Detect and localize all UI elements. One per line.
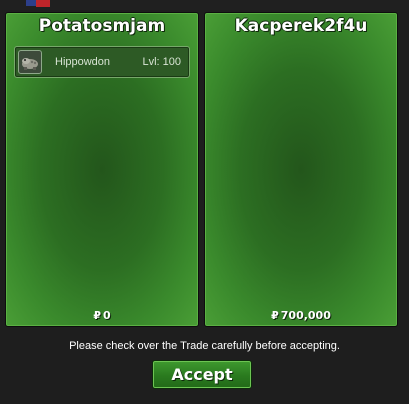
item-name: Hippowdon [55,56,111,68]
trade-window: Potatosmjam Hippowdon Lvl: 100 ₽0 Kacper [0,0,409,404]
left-money-amount: 0 [103,309,111,322]
left-player-name: Potatosmjam [38,16,166,36]
pokedollar-symbol: ₽ [93,309,101,322]
hippowdon-pokemon-icon [18,50,42,74]
right-money-offer: ₽700,000 [205,309,397,322]
pokedollar-symbol: ₽ [271,309,279,322]
right-player-name: Kacperek2f4u [234,16,368,36]
accept-button[interactable]: Accept [152,360,252,389]
window-decoration-icon [26,0,50,7]
right-trade-panel: Kacperek2f4u ₽700,000 [204,12,398,327]
item-level: Lvl: 100 [142,56,181,68]
trade-notice: Please check over the Trade carefully be… [69,340,340,352]
right-money-amount: 700,000 [280,309,331,322]
trade-item-row[interactable]: Hippowdon Lvl: 100 [14,46,190,78]
left-trade-panel: Potatosmjam Hippowdon Lvl: 100 ₽0 [5,12,199,327]
left-money-offer: ₽0 [6,309,198,322]
